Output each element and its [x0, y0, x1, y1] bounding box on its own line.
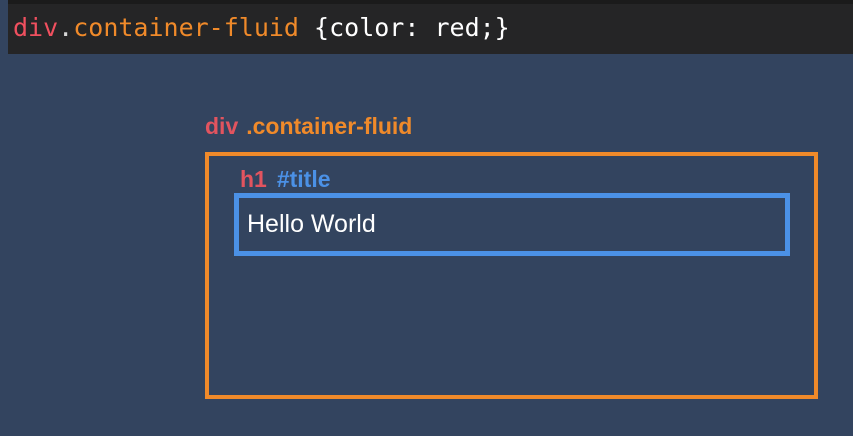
css-code-bar: div.container-fluid {color: red;} [8, 0, 853, 54]
outer-element-class: .container-fluid [246, 113, 413, 139]
css-rule-line: div.container-fluid {color: red;} [13, 12, 510, 44]
title-text: Hello World [247, 210, 376, 238]
inner-element-label: h1 #title [240, 165, 331, 193]
css-declaration-token: {color: red;} [299, 13, 510, 42]
inner-element-id: #title [276, 166, 331, 192]
outer-element-label: div .container-fluid [205, 112, 412, 140]
inner-element-tag: h1 [240, 166, 267, 192]
outer-element-tag: div [205, 113, 239, 139]
css-class-token: container-fluid [73, 13, 299, 42]
css-tag-token: div [13, 13, 59, 42]
css-dot-token: . [58, 13, 74, 42]
title-box: Hello World [234, 193, 790, 256]
